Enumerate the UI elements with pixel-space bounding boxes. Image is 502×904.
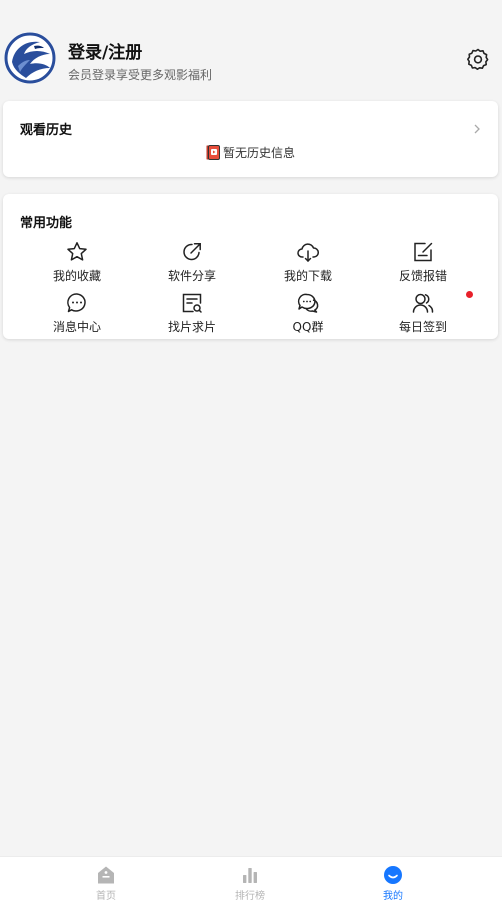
func-favorites[interactable]: 我的收藏 xyxy=(37,240,117,284)
profile-header: 登录/注册 会员登录享受更多观影福利 xyxy=(0,0,502,95)
func-downloads[interactable]: 我的下载 xyxy=(268,240,348,284)
func-label: 反馈报错 xyxy=(398,269,447,283)
func-messages[interactable]: 消息中心 xyxy=(37,291,117,335)
func-label: 消息中心 xyxy=(52,320,101,334)
func-label: 我的下载 xyxy=(283,269,332,283)
book-icon xyxy=(206,145,220,163)
history-empty-text: 暂无历史信息 xyxy=(222,146,295,160)
tab-mine[interactable]: 我的 xyxy=(353,865,433,902)
func-label: 软件分享 xyxy=(167,269,216,283)
history-card[interactable]: 观看历史 暂无历史信息 xyxy=(3,101,498,177)
functions-title: 常用功能 xyxy=(20,216,73,231)
history-title: 观看历史 xyxy=(20,123,73,138)
chat-icon xyxy=(296,291,320,315)
tab-label: 我的 xyxy=(383,891,403,902)
func-qq-group[interactable]: QQ群 xyxy=(268,291,348,335)
chevron-right-icon[interactable] xyxy=(472,121,482,135)
star-icon xyxy=(65,240,89,264)
page-title[interactable]: 登录/注册 xyxy=(68,38,142,63)
notification-dot xyxy=(466,291,473,298)
func-label: 找片求片 xyxy=(167,320,216,334)
func-label: 我的收藏 xyxy=(52,269,101,283)
func-checkin[interactable]: 每日签到 xyxy=(383,291,463,335)
edit-icon xyxy=(411,240,435,264)
functions-card: 常用功能 我的收藏 软件分享 我的下载 反馈报错 消息中心 找片求片 QQ群 每… xyxy=(3,194,498,339)
func-share[interactable]: 软件分享 xyxy=(152,240,232,284)
avatar[interactable] xyxy=(4,32,56,84)
search-doc-icon xyxy=(180,291,204,315)
func-label: QQ群 xyxy=(292,320,324,334)
share-icon xyxy=(180,240,204,264)
login-subtitle: 会员登录享受更多观影福利 xyxy=(68,68,213,82)
home-icon xyxy=(96,865,116,885)
cloud-download-icon xyxy=(296,240,320,264)
tab-label: 排行榜 xyxy=(235,891,265,902)
tab-ranking[interactable]: 排行榜 xyxy=(210,865,290,902)
bottom-tabbar: 首页 排行榜 我的 xyxy=(0,856,502,904)
func-request[interactable]: 找片求片 xyxy=(152,291,232,335)
users-icon xyxy=(411,291,435,315)
tab-label: 首页 xyxy=(96,891,116,902)
message-icon xyxy=(65,291,89,315)
chart-icon xyxy=(240,865,260,885)
gear-icon[interactable] xyxy=(466,47,490,71)
tab-home[interactable]: 首页 xyxy=(66,865,146,902)
profile-icon xyxy=(383,865,403,885)
history-empty: 暂无历史信息 xyxy=(3,144,498,163)
func-feedback[interactable]: 反馈报错 xyxy=(383,240,463,284)
func-label: 每日签到 xyxy=(398,320,447,334)
